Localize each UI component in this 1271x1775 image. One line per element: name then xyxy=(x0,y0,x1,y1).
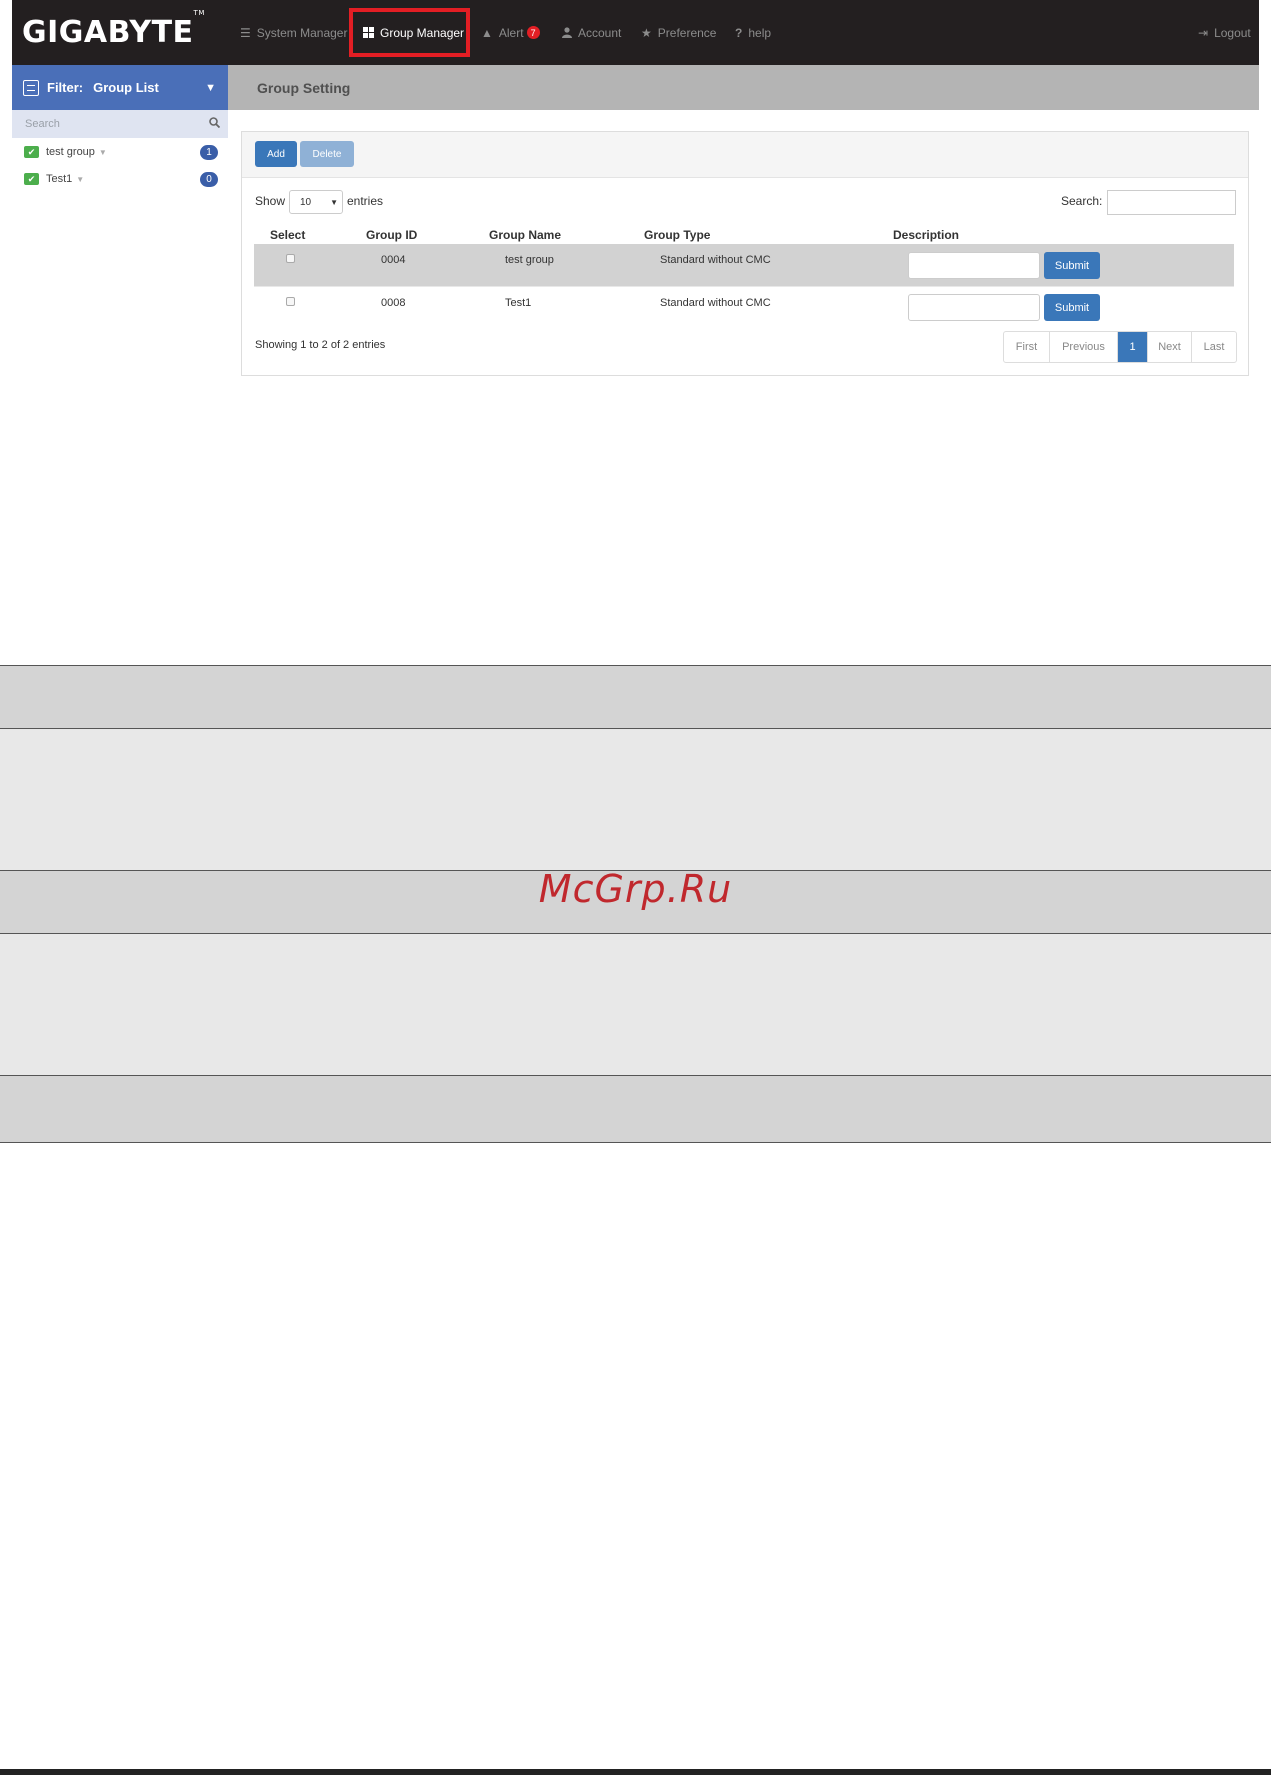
col-header-group-id[interactable]: Group ID xyxy=(366,228,417,242)
entries-per-page-select[interactable]: 10 ▼ xyxy=(289,190,343,214)
delete-button[interactable]: Delete xyxy=(300,141,354,167)
nav-label: Account xyxy=(578,25,622,40)
nav-help[interactable]: ? help xyxy=(735,0,771,65)
gigabyte-logo[interactable]: GIGABYTETM xyxy=(22,9,205,50)
description-input[interactable] xyxy=(908,294,1040,321)
page-previous-button[interactable]: Previous xyxy=(1050,332,1118,362)
document-table-band xyxy=(0,1075,1271,1143)
cell-group-name: test group xyxy=(505,254,554,266)
cell-group-name: Test1 xyxy=(505,297,532,309)
col-header-select[interactable]: Select xyxy=(270,228,305,242)
group-count-badge: 0 xyxy=(200,171,218,187)
sidebar-group-test-group[interactable]: ✔ test group ▼ 1 xyxy=(24,141,218,163)
page-number-button[interactable]: 1 xyxy=(1118,332,1148,362)
sidebar-search-input[interactable] xyxy=(12,117,209,131)
group-check-icon: ✔ xyxy=(24,173,39,185)
pagination: First Previous 1 Next Last xyxy=(1003,331,1237,363)
nav-preference[interactable]: ★ Preference xyxy=(641,0,716,65)
page-next-button[interactable]: Next xyxy=(1148,332,1192,362)
description-input[interactable] xyxy=(908,252,1040,279)
group-check-icon: ✔ xyxy=(24,146,39,158)
submit-button[interactable]: Submit xyxy=(1044,252,1100,279)
warning-icon: ▲ xyxy=(481,25,493,40)
nav-label: System Manager xyxy=(256,25,348,40)
nav-system-manager[interactable]: ☰ System Manager xyxy=(240,0,347,65)
nav-account[interactable]: Account xyxy=(562,0,621,65)
panel-toolbar xyxy=(242,132,1248,178)
table-search-label: Search: xyxy=(1061,194,1103,208)
nav-label: Logout xyxy=(1214,25,1251,40)
entries-label: entries xyxy=(347,194,384,208)
col-header-description[interactable]: Description xyxy=(893,228,959,242)
alert-count-badge: 7 xyxy=(526,26,540,39)
filter-label: Filter: xyxy=(47,80,84,95)
row-select-checkbox[interactable] xyxy=(286,297,295,306)
filter-list-icon xyxy=(23,79,39,96)
group-name: test group xyxy=(46,146,95,158)
group-filter-dropdown[interactable]: Filter: Group List ▼ xyxy=(12,65,228,110)
nav-label: help xyxy=(748,25,772,40)
submit-button[interactable]: Submit xyxy=(1044,294,1100,321)
row-select-checkbox[interactable] xyxy=(286,254,295,263)
table-info: Showing 1 to 2 of 2 entries xyxy=(255,339,386,351)
question-icon: ? xyxy=(735,25,743,40)
add-button[interactable]: Add xyxy=(255,141,297,167)
sidebar-group-test1[interactable]: ✔ Test1 ▼ 0 xyxy=(24,168,218,190)
user-icon xyxy=(562,27,572,38)
group-count-badge: 1 xyxy=(200,144,218,160)
page-first-button[interactable]: First xyxy=(1004,332,1050,362)
caret-down-icon[interactable]: ▼ xyxy=(99,148,107,157)
cell-group-id: 0008 xyxy=(381,297,406,309)
show-label: Show xyxy=(255,194,286,208)
page-header: Group Setting xyxy=(228,65,1259,110)
logout-icon: ⇥ xyxy=(1198,25,1209,40)
watermark-text: McGrp.Ru xyxy=(538,867,733,911)
table-search-input[interactable] xyxy=(1107,190,1236,215)
cell-group-type: Standard without CMC xyxy=(660,297,771,309)
nav-alert[interactable]: ▲ Alert 7 xyxy=(481,0,540,65)
document-table-band xyxy=(0,665,1271,729)
page-bottom-rule xyxy=(0,1769,1271,1775)
document-table-band xyxy=(0,729,1271,870)
cell-group-type: Standard without CMC xyxy=(660,254,771,266)
col-header-group-name[interactable]: Group Name xyxy=(489,228,561,242)
star-icon: ★ xyxy=(641,25,652,40)
caret-down-icon: ▼ xyxy=(330,197,338,207)
list-icon: ☰ xyxy=(240,25,251,40)
caret-down-icon: ▼ xyxy=(205,81,216,94)
entries-value: 10 xyxy=(300,196,312,208)
filter-value: Group List xyxy=(93,80,159,95)
sidebar-search xyxy=(12,110,228,138)
page-last-button[interactable]: Last xyxy=(1192,332,1236,362)
search-icon[interactable] xyxy=(209,117,221,131)
page-title: Group Setting xyxy=(257,79,351,96)
caret-down-icon[interactable]: ▼ xyxy=(76,175,84,184)
row-divider xyxy=(254,286,1234,287)
col-header-group-type[interactable]: Group Type xyxy=(644,228,710,242)
active-nav-highlight-box xyxy=(349,8,470,57)
nav-logout[interactable]: ⇥ Logout xyxy=(1198,0,1251,65)
document-table-band xyxy=(0,934,1271,1075)
nav-label: Preference xyxy=(657,25,717,40)
group-name: Test1 xyxy=(46,173,73,185)
cell-group-id: 0004 xyxy=(381,254,406,266)
nav-label: Alert xyxy=(498,25,524,40)
